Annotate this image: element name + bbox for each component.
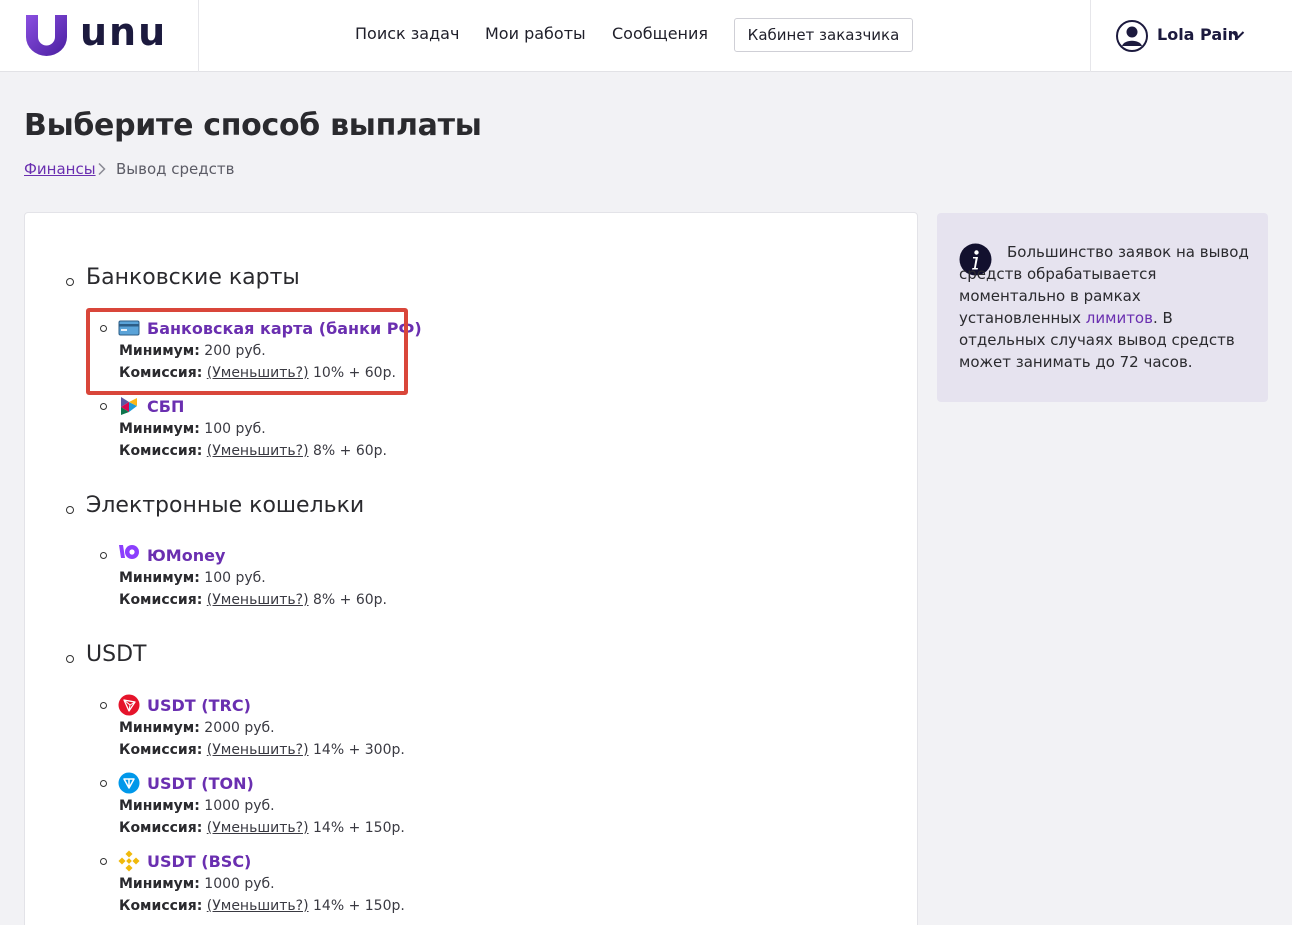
reduce-commission-link[interactable]: (Уменьшить?) (207, 820, 309, 836)
method-commission: Комиссия: (Уменьшить?) 14% + 150р. (119, 898, 405, 914)
bsc-icon (118, 850, 140, 872)
method-commission: Комиссия: (Уменьшить?) 8% + 60р. (119, 443, 387, 459)
chevron-right-icon (98, 162, 106, 176)
logo[interactable]: unu (0, 0, 199, 72)
nav-find-tasks[interactable]: Поиск задач (355, 24, 459, 43)
breadcrumb-current: Вывод средств (116, 160, 235, 178)
section-title-ewallets: Электронные кошельки (86, 493, 365, 518)
list-bullet (100, 552, 107, 559)
customer-cabinet-button[interactable]: Кабинет заказчика (734, 18, 913, 52)
reduce-commission-link[interactable]: (Уменьшить?) (207, 742, 309, 758)
top-header: unu Поиск задач Мои работы Сообщения Каб… (0, 0, 1292, 72)
info-text: Большинство заявок на вывод средств обра… (959, 243, 1249, 371)
list-bullet (66, 278, 74, 286)
sbp-icon (121, 397, 137, 415)
method-usdt-ton-link[interactable]: USDT (TON) (147, 774, 254, 793)
chevron-down-icon (1231, 31, 1245, 39)
ton-icon (118, 772, 140, 794)
reduce-commission-link[interactable]: (Уменьшить?) (207, 898, 309, 914)
breadcrumb-finances-link[interactable]: Финансы (24, 160, 96, 178)
user-avatar-icon (1116, 20, 1148, 52)
section-title-bank-cards: Банковские карты (86, 265, 300, 290)
selection-highlight (86, 308, 408, 395)
info-panel: Большинство заявок на вывод средств обра… (937, 213, 1268, 402)
nav-my-works[interactable]: Мои работы (485, 24, 586, 43)
list-bullet (100, 702, 107, 709)
method-commission: Комиссия: (Уменьшить?) 14% + 300р. (119, 742, 405, 758)
nav-messages[interactable]: Сообщения (612, 24, 708, 43)
method-minimum: Минимум: 100 руб. (119, 570, 266, 586)
page-title: Выберите способ выплаты (24, 108, 482, 143)
section-title-usdt: USDT (86, 642, 147, 667)
method-minimum: Минимум: 2000 руб. (119, 720, 275, 736)
list-bullet (100, 858, 107, 865)
user-menu[interactable]: Lola Pain (1090, 0, 1292, 72)
reduce-commission-link[interactable]: (Уменьшить?) (207, 443, 309, 459)
method-minimum: Минимум: 1000 руб. (119, 876, 275, 892)
yumoney-icon (119, 545, 139, 559)
list-bullet (66, 655, 74, 663)
logo-mark-icon (26, 15, 67, 56)
method-usdt-bsc-link[interactable]: USDT (BSC) (147, 852, 251, 871)
reduce-commission-link[interactable]: (Уменьшить?) (207, 592, 309, 608)
list-bullet (66, 506, 74, 514)
method-minimum: Минимум: 1000 руб. (119, 798, 275, 814)
list-bullet (100, 780, 107, 787)
method-yumoney-link[interactable]: ЮMoney (147, 546, 225, 565)
user-name: Lola Pain (1157, 25, 1240, 44)
method-usdt-trc-link[interactable]: USDT (TRC) (147, 696, 251, 715)
logo-text: unu (80, 10, 168, 54)
method-sbp-link[interactable]: СБП (147, 397, 184, 416)
method-commission: Комиссия: (Уменьшить?) 14% + 150р. (119, 820, 405, 836)
list-bullet (100, 403, 107, 410)
method-minimum: Минимум: 100 руб. (119, 421, 266, 437)
tron-icon (118, 694, 140, 716)
limits-link[interactable]: лимитов (1086, 309, 1153, 327)
method-commission: Комиссия: (Уменьшить?) 8% + 60р. (119, 592, 387, 608)
